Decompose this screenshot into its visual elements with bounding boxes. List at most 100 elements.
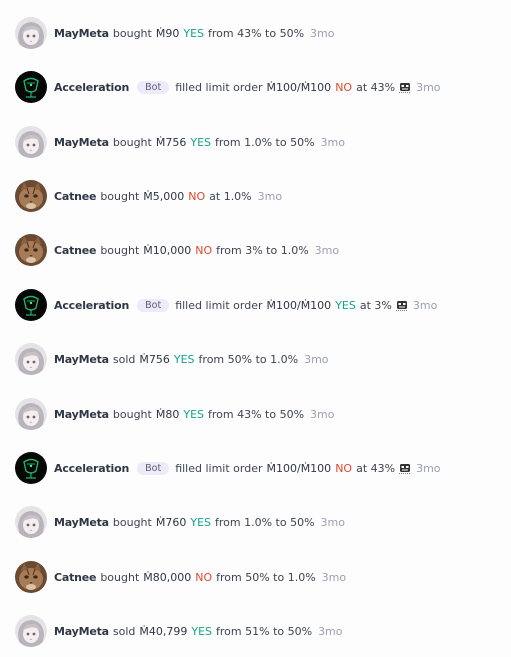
anime-avatar[interactable] xyxy=(15,398,47,430)
timestamp[interactable]: 3mo xyxy=(258,190,282,203)
probability-change: at 43% xyxy=(356,461,396,475)
bot-avatar[interactable] xyxy=(15,289,47,321)
trade-amount: Ṁ756 xyxy=(139,352,170,366)
username[interactable]: MayMeta xyxy=(54,353,109,366)
outcome-label: NO xyxy=(195,243,213,257)
trade-row: MayMeta sold Ṁ756 YES from 50% to 1.0% 3… xyxy=(15,343,329,375)
trade-row: Acceleration Bot filled limit order Ṁ100… xyxy=(15,71,441,103)
probability-change: from 3% to 1.0% xyxy=(216,243,309,257)
timestamp[interactable]: 3mo xyxy=(310,27,334,40)
username[interactable]: Acceleration xyxy=(54,462,129,475)
action-text: bought xyxy=(100,243,140,257)
anime-avatar[interactable] xyxy=(15,17,47,49)
bot-badge: Bot xyxy=(137,80,170,94)
probability-change: from 1.0% to 50% xyxy=(215,515,315,529)
username[interactable]: MayMeta xyxy=(54,136,109,149)
timestamp[interactable]: 3mo xyxy=(304,353,328,366)
robot-icon xyxy=(395,299,408,311)
username[interactable]: MayMeta xyxy=(54,625,109,638)
outcome-label: YES xyxy=(191,624,213,638)
timestamp[interactable]: 3mo xyxy=(416,462,440,475)
username[interactable]: MayMeta xyxy=(54,516,109,529)
timestamp[interactable]: 3mo xyxy=(416,81,440,94)
trade-row: Acceleration Bot filled limit order Ṁ100… xyxy=(15,452,441,484)
outcome-label: YES xyxy=(173,352,195,366)
outcome-label: NO xyxy=(335,80,353,94)
action-text: bought xyxy=(112,135,152,149)
trade-row: Catnee bought Ṁ10,000 NO from 3% to 1.0%… xyxy=(15,234,339,266)
action-text: bought xyxy=(100,189,140,203)
action-text: filled limit order xyxy=(175,80,263,94)
trade-amount: Ṁ100/Ṁ100 xyxy=(266,298,332,312)
trade-row: Catnee bought Ṁ5,000 NO at 1.0% 3mo xyxy=(15,180,282,212)
robot-icon xyxy=(399,81,412,93)
probability-change: at 1.0% xyxy=(209,189,252,203)
username[interactable]: MayMeta xyxy=(54,408,109,421)
trade-amount: Ṁ90 xyxy=(155,26,180,40)
outcome-label: YES xyxy=(335,298,356,312)
username[interactable]: Acceleration xyxy=(54,81,129,94)
trade-row: MayMeta bought Ṁ90 YES from 43% to 50% 3… xyxy=(15,17,334,49)
trade-row: MayMeta bought Ṁ756 YES from 1.0% to 50%… xyxy=(15,126,345,158)
username[interactable]: Acceleration xyxy=(54,299,129,312)
trade-amount: Ṁ10,000 xyxy=(143,243,192,257)
action-text: bought xyxy=(112,407,152,421)
trade-row: MayMeta sold Ṁ40,799 YES from 51% to 50%… xyxy=(15,615,343,647)
probability-change: from 50% to 1.0% xyxy=(198,352,299,366)
action-text: filled limit order xyxy=(175,461,263,475)
cat-avatar[interactable] xyxy=(15,561,47,593)
probability-change: from 43% to 50% xyxy=(208,407,305,421)
trade-feed: MayMeta bought Ṁ90 YES from 43% to 50% 3… xyxy=(0,0,511,657)
cat-avatar[interactable] xyxy=(15,180,47,212)
robot-icon xyxy=(399,462,412,474)
probability-change: from 1.0% to 50% xyxy=(215,135,315,149)
username[interactable]: Catnee xyxy=(54,571,97,584)
trade-amount: Ṁ760 xyxy=(155,515,187,529)
trade-amount: Ṁ756 xyxy=(155,135,187,149)
trade-amount: Ṁ80,000 xyxy=(143,570,192,584)
bot-badge: Bot xyxy=(137,298,170,312)
trade-amount: Ṁ100/Ṁ100 xyxy=(266,80,332,94)
outcome-label: YES xyxy=(190,135,211,149)
trade-row: Catnee bought Ṁ80,000 NO from 50% to 1.0… xyxy=(15,561,346,593)
action-text: sold xyxy=(112,624,136,638)
outcome-label: NO xyxy=(195,570,213,584)
timestamp[interactable]: 3mo xyxy=(318,625,342,638)
bot-avatar[interactable] xyxy=(15,71,47,103)
probability-change: from 43% to 50% xyxy=(208,26,305,40)
username[interactable]: Catnee xyxy=(54,244,97,257)
trade-amount: Ṁ100/Ṁ100 xyxy=(266,461,332,475)
action-text: sold xyxy=(112,352,136,366)
cat-avatar[interactable] xyxy=(15,234,47,266)
trade-row: Acceleration Bot filled limit order Ṁ100… xyxy=(15,289,437,321)
username[interactable]: Catnee xyxy=(54,190,97,203)
username[interactable]: MayMeta xyxy=(54,27,109,40)
anime-avatar[interactable] xyxy=(15,126,47,158)
action-text: filled limit order xyxy=(175,298,263,312)
trade-amount: Ṁ5,000 xyxy=(143,189,185,203)
outcome-label: YES xyxy=(183,407,204,421)
outcome-label: YES xyxy=(183,26,204,40)
probability-change: at 43% xyxy=(356,80,396,94)
timestamp[interactable]: 3mo xyxy=(322,571,346,584)
trade-row: MayMeta bought Ṁ760 YES from 1.0% to 50%… xyxy=(15,506,345,538)
action-text: bought xyxy=(112,515,152,529)
probability-change: from 50% to 1.0% xyxy=(216,570,316,584)
trade-amount: Ṁ80 xyxy=(155,407,180,421)
probability-change: from 51% to 50% xyxy=(216,624,313,638)
trade-row: MayMeta bought Ṁ80 YES from 43% to 50% 3… xyxy=(15,398,334,430)
action-text: bought xyxy=(100,570,140,584)
bot-avatar[interactable] xyxy=(15,452,47,484)
bot-badge: Bot xyxy=(137,461,170,475)
trade-amount: Ṁ40,799 xyxy=(139,624,188,638)
timestamp[interactable]: 3mo xyxy=(321,516,345,529)
timestamp[interactable]: 3mo xyxy=(321,136,345,149)
timestamp[interactable]: 3mo xyxy=(315,244,339,257)
anime-avatar[interactable] xyxy=(15,615,47,647)
timestamp[interactable]: 3mo xyxy=(310,408,334,421)
timestamp[interactable]: 3mo xyxy=(413,299,437,312)
outcome-label: YES xyxy=(190,515,211,529)
action-text: bought xyxy=(112,26,152,40)
anime-avatar[interactable] xyxy=(15,506,47,538)
anime-avatar[interactable] xyxy=(15,343,47,375)
